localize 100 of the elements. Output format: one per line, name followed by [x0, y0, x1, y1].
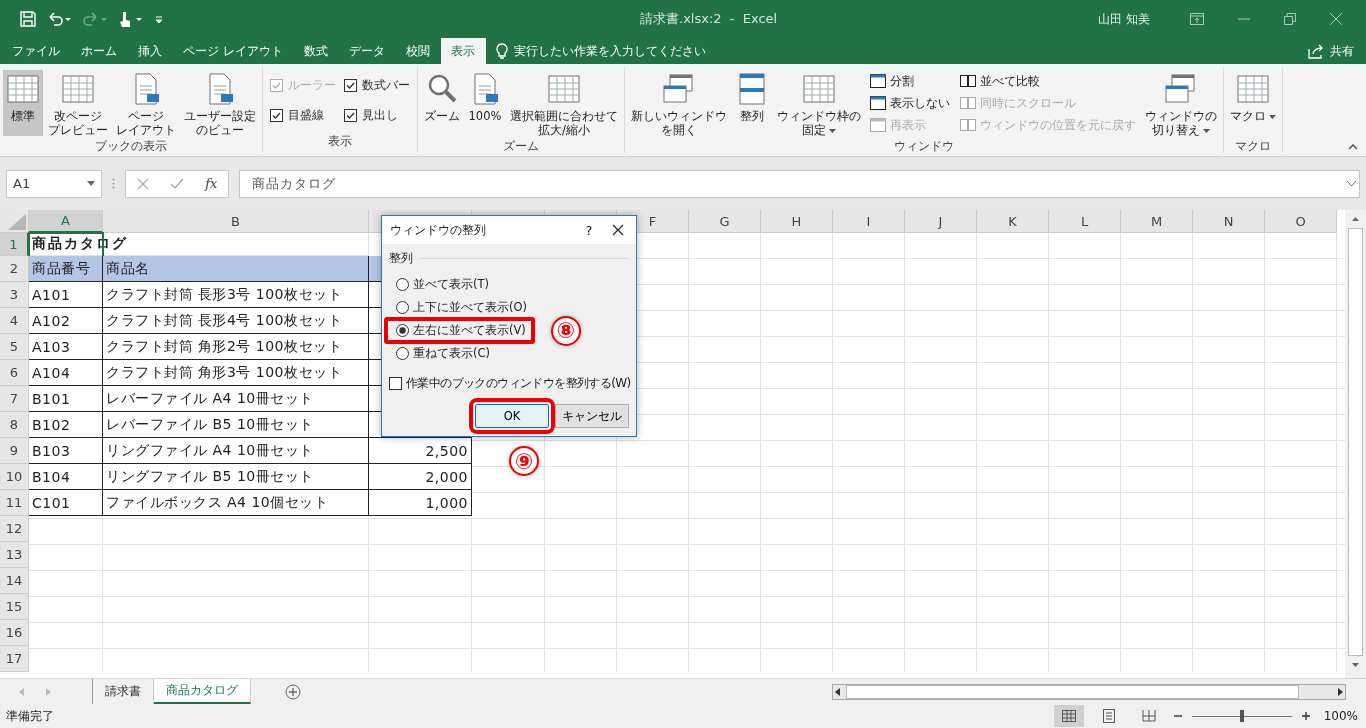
- column-header[interactable]: I: [833, 210, 905, 233]
- table-cell: レバーファイル B5 10冊セット: [103, 412, 369, 438]
- sheet-tab[interactable]: 商品カタログ: [154, 678, 251, 704]
- table-cell: リングファイル B5 10冊セット: [103, 464, 369, 490]
- insert-function-button[interactable]: fx: [205, 176, 218, 191]
- dialog-button[interactable]: キャンセル: [555, 404, 629, 428]
- group-label: マクロ: [1234, 138, 1272, 155]
- row-header[interactable]: 10: [0, 464, 29, 490]
- row-header[interactable]: 1: [0, 233, 29, 256]
- row-header[interactable]: 8: [0, 412, 29, 438]
- row-header[interactable]: 13: [0, 542, 29, 568]
- column-header[interactable]: K: [977, 210, 1049, 233]
- ribbon-button[interactable]: ユーザー設定 のビュー: [181, 70, 259, 136]
- table-cell: A102: [29, 308, 103, 334]
- table-cell: C101: [29, 490, 103, 516]
- table-cell: クラフト封筒 長形3号 100枚セット: [103, 282, 369, 308]
- table-cell: クラフト封筒 角形2号 100枚セット: [103, 334, 369, 360]
- column-header[interactable]: G: [689, 210, 761, 233]
- table-cell: クラフト封筒 長形4号 100枚セット: [103, 308, 369, 334]
- ribbon-button[interactable]: 新しいウィンドウ を開く: [628, 70, 730, 136]
- status-text: 準備完了: [6, 707, 54, 725]
- ribbon-checkbox[interactable]: 見出し: [344, 108, 410, 123]
- table-cell: A104: [29, 360, 103, 386]
- ribbon-button[interactable]: ウィンドウの 切り替え: [1142, 70, 1220, 136]
- table-cell: ファイルボックス A4 10個セット: [103, 490, 369, 516]
- user-name: 山田 知美: [1098, 10, 1150, 28]
- ribbon-button[interactable]: 改ページ プレビュー: [45, 70, 111, 136]
- ribbon-button[interactable]: 並べて比較: [956, 71, 1140, 91]
- column-header[interactable]: B: [103, 210, 369, 233]
- radio-option[interactable]: 左右に並べて表示(V): [384, 317, 535, 344]
- row-header[interactable]: 2: [0, 256, 29, 282]
- table-cell: A101: [29, 282, 103, 308]
- help-button[interactable]: ?: [574, 222, 604, 238]
- table-cell: 1,000: [369, 490, 472, 516]
- checkbox[interactable]: 作業中のブックのウィンドウを整列する(W): [389, 375, 631, 392]
- cell-reference: A1: [13, 176, 31, 191]
- table-cell: B104: [29, 464, 103, 490]
- table-cell: B102: [29, 412, 103, 438]
- row-header[interactable]: 3: [0, 282, 29, 308]
- table-cell: クラフト封筒 角形3号 100枚セット: [103, 360, 369, 386]
- zoom-level[interactable]: 100%: [1323, 709, 1358, 723]
- ribbon-button[interactable]: 100%: [465, 70, 505, 136]
- share-button[interactable]: 共有: [1296, 38, 1366, 64]
- ribbon-tab[interactable]: ホーム: [71, 38, 128, 64]
- row-header[interactable]: 5: [0, 334, 29, 360]
- name-box[interactable]: A1: [6, 169, 102, 198]
- table-cell: B103: [29, 438, 103, 464]
- row-header[interactable]: 7: [0, 386, 29, 412]
- column-header[interactable]: H: [761, 210, 833, 233]
- step-number: ⑨: [509, 446, 539, 476]
- window-title: 請求書.xlsx:2 - Excel: [639, 10, 779, 28]
- row-header[interactable]: 4: [0, 308, 29, 334]
- table-cell: 2,500: [369, 438, 472, 464]
- column-header[interactable]: M: [1121, 210, 1193, 233]
- table-cell: リングファイル A4 10冊セット: [103, 438, 369, 464]
- column-header[interactable]: N: [1193, 210, 1265, 233]
- row-header[interactable]: 6: [0, 360, 29, 386]
- table-cell: A103: [29, 334, 103, 360]
- row-header[interactable]: 14: [0, 568, 29, 594]
- ribbon-tab[interactable]: 数式: [293, 38, 339, 64]
- table-cell: 商品名: [103, 256, 369, 282]
- column-header[interactable]: L: [1049, 210, 1121, 233]
- ribbon-button[interactable]: 整列: [732, 70, 772, 136]
- ribbon-button[interactable]: マクロ: [1227, 70, 1279, 136]
- ribbon-tab[interactable]: ファイル: [2, 38, 71, 64]
- column-header[interactable]: A: [29, 210, 103, 233]
- ribbon-button[interactable]: 標準: [3, 70, 43, 136]
- ribbon-checkbox[interactable]: 目盛線: [270, 108, 336, 123]
- ribbon-tab[interactable]: 表示: [440, 38, 486, 64]
- row-header[interactable]: 11: [0, 490, 29, 516]
- group-label: ズーム: [502, 138, 540, 155]
- ribbon-tab[interactable]: ページ レイアウト: [173, 38, 294, 64]
- column-header[interactable]: O: [1265, 210, 1337, 233]
- row-header[interactable]: 12: [0, 516, 29, 542]
- ribbon-checkbox[interactable]: 数式バー: [344, 78, 410, 93]
- ribbon-button[interactable]: ウィンドウ枠の 固定: [774, 70, 864, 136]
- ribbon-button[interactable]: 分割: [866, 71, 954, 91]
- ribbon-button[interactable]: ズーム: [421, 70, 463, 136]
- ribbon-tab[interactable]: 校閲: [395, 38, 441, 64]
- group-label: ウィンドウ: [893, 138, 955, 155]
- ribbon-button[interactable]: 選択範囲に合わせて 拡大/縮小: [507, 70, 621, 136]
- group-label: ブックの表示: [94, 138, 168, 155]
- row-header[interactable]: 9: [0, 438, 29, 464]
- group-label: 表示: [327, 133, 353, 150]
- row-header[interactable]: 15: [0, 594, 29, 620]
- ribbon-button[interactable]: ページ レイアウト: [113, 70, 179, 136]
- ribbon-button[interactable]: 表示しない: [866, 93, 954, 113]
- dialog-title: ウィンドウの整列: [390, 221, 486, 239]
- row-header[interactable]: 16: [0, 620, 29, 646]
- table-cell: 2,000: [369, 464, 472, 490]
- formula-field[interactable]: 商品カタログ: [239, 169, 1360, 198]
- ribbon-tab[interactable]: 挿入: [128, 38, 173, 64]
- ribbon-tab[interactable]: データ: [338, 38, 396, 64]
- tell-me-field[interactable]: 実行したい作業を入力してください: [495, 38, 776, 64]
- group-label: 整列: [389, 250, 413, 267]
- row-header[interactable]: 17: [0, 646, 29, 672]
- step-number: ⑧: [550, 315, 581, 346]
- table-cell: レバーファイル A4 10冊セット: [103, 386, 369, 412]
- table-cell: B101: [29, 386, 103, 412]
- column-header[interactable]: J: [905, 210, 977, 233]
